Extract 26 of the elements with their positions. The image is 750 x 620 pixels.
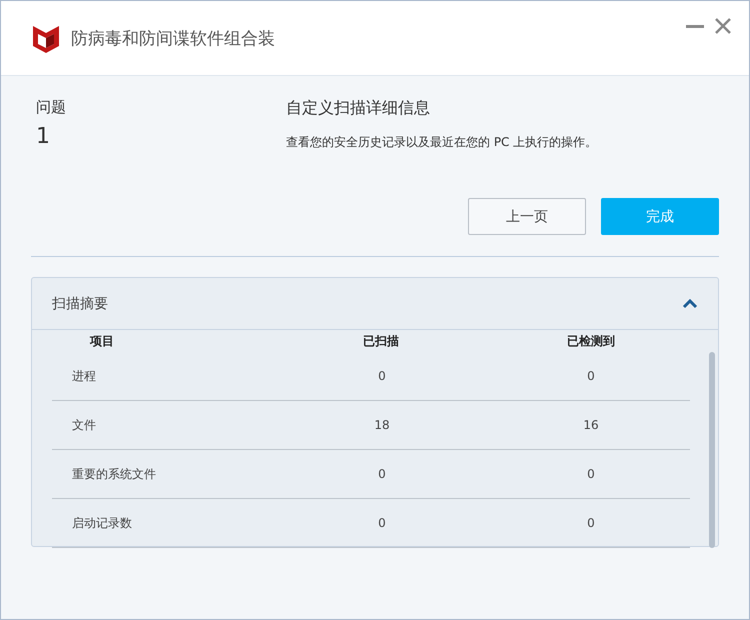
table-cell-text: 进程 [71, 368, 97, 384]
table-cell-text: 16 [582, 418, 600, 432]
table-cell-text: 0 [377, 369, 387, 383]
shield-logo-icon [33, 23, 59, 53]
column-header: 项目 [88, 332, 115, 350]
column-header: 已扫描 [362, 332, 400, 350]
table-cell-text: 0 [586, 369, 596, 383]
close-icon[interactable] [715, 18, 731, 34]
table-cell-text: 启动记录数 [71, 514, 133, 532]
column-header: 已检测到 [566, 332, 616, 350]
table-cell-text: 重要的系统文件 [71, 466, 157, 482]
table-cell-text: 0 [586, 516, 596, 530]
details-title: 自定义扫描详细信息 [286, 98, 431, 119]
table-cell-text: 0 [586, 467, 596, 481]
collapse-chevron-icon[interactable] [682, 298, 698, 308]
issues-label: 问题 [36, 98, 67, 117]
back-button[interactable]: 上一页 [468, 198, 586, 235]
table-cell-text: 0 [377, 516, 387, 530]
minimize-icon[interactable] [686, 24, 704, 28]
table-cell-text: 0 [377, 467, 387, 481]
window-title: 防病毒和防间谍软件组合装 [71, 28, 275, 50]
issues-count: 1 [36, 124, 51, 149]
details-description: 查看您的安全历史记录以及最近在您的 PC 上执行的操作。 [286, 134, 598, 151]
table-cell-text: 18 [373, 418, 391, 432]
panel-title: 扫描摘要 [52, 294, 108, 312]
table-cell-text: 文件 [71, 416, 97, 434]
